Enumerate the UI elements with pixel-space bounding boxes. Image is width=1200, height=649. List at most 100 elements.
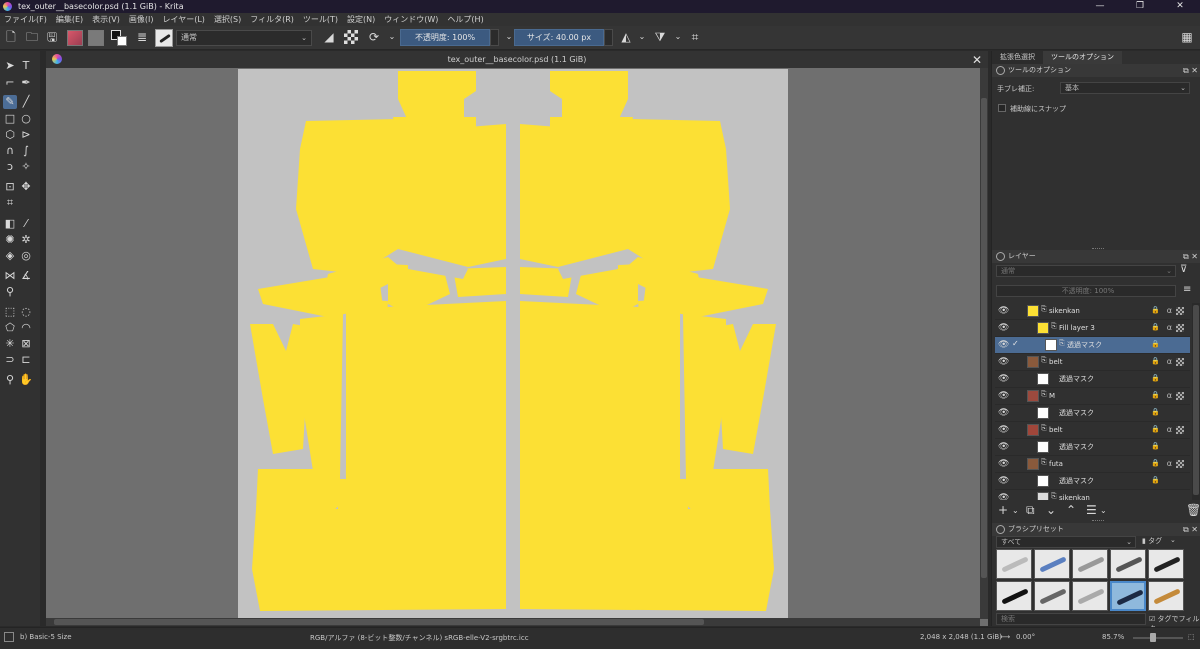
- visibility-eye-icon[interactable]: 👁: [998, 391, 1009, 401]
- alpha-lock-icon[interactable]: α: [1167, 459, 1172, 468]
- select-shapes-icon[interactable]: ➤: [3, 59, 17, 73]
- maximize-button[interactable]: ❐: [1120, 0, 1160, 13]
- inherit-alpha-icon[interactable]: [1176, 324, 1184, 332]
- open-folder-icon[interactable]: 🗀: [25, 30, 39, 44]
- menu-filter[interactable]: フィルタ(R): [250, 14, 294, 25]
- lock-icon[interactable]: 🔒: [1151, 340, 1160, 348]
- brush-preset-basic-5-size[interactable]: [1110, 581, 1146, 611]
- ellipse-tool-icon[interactable]: ○: [19, 112, 33, 126]
- layer-row[interactable]: 👁 透過マスク 🔒: [995, 405, 1190, 422]
- alpha-lock-icon[interactable]: α: [1167, 357, 1172, 366]
- inherit-alpha-icon[interactable]: [1176, 307, 1184, 315]
- fg-bg-color-icon[interactable]: [111, 30, 127, 46]
- scrollbar-thumb[interactable]: [54, 619, 704, 625]
- status-rotation[interactable]: 0.00°: [1016, 633, 1035, 641]
- layer-row[interactable]: 👁 ⎘ futa 🔒 α: [995, 456, 1190, 473]
- lock-icon[interactable]: 🔒: [1151, 425, 1160, 433]
- enclose-fill-icon[interactable]: ◎: [19, 249, 33, 263]
- brush-preset-ink[interactable]: [1148, 549, 1184, 579]
- chevron-down-icon[interactable]: ⌄: [1012, 506, 1019, 515]
- lock-icon[interactable]: 🔒: [1151, 323, 1160, 331]
- freehand-select-icon[interactable]: ◠: [19, 321, 33, 335]
- layer-row-selected[interactable]: 👁 ✓ ⎘ 透過マスク 🔒: [995, 337, 1190, 354]
- alpha-lock-icon[interactable]: α: [1167, 323, 1172, 332]
- float-close-icons[interactable]: ⧉ ✕: [1183, 250, 1198, 263]
- layer-row[interactable]: 👁 ⎘ belt 🔒 α: [995, 354, 1190, 371]
- close-window-button[interactable]: ✕: [1160, 0, 1200, 13]
- layer-row[interactable]: 👁 透過マスク 🔒: [995, 439, 1190, 456]
- wrap-around-icon[interactable]: ⌗: [688, 30, 702, 44]
- brush-search-input[interactable]: 検索: [996, 613, 1146, 625]
- menu-tools[interactable]: ツール(T): [303, 14, 338, 25]
- layer-row[interactable]: 👁 ⎘ belt 🔒 α: [995, 422, 1190, 439]
- visibility-eye-icon[interactable]: 👁: [998, 425, 1009, 435]
- chevron-down-icon[interactable]: ⌄: [1170, 536, 1176, 544]
- chevron-down-icon[interactable]: ⌄: [1100, 506, 1107, 515]
- smart-patch-icon[interactable]: ✲: [19, 233, 33, 247]
- close-document-button[interactable]: ✕: [972, 52, 982, 69]
- brush-preset-marker[interactable]: [996, 581, 1032, 611]
- brush-preset-eraser[interactable]: [996, 549, 1032, 579]
- chevron-down-icon[interactable]: ⌄: [635, 30, 649, 44]
- brush-preset-blender[interactable]: [1034, 549, 1070, 579]
- colorize-mask-icon[interactable]: ✺: [3, 233, 17, 247]
- duplicate-layer-icon[interactable]: ⧉: [1026, 503, 1035, 518]
- polygon-tool-icon[interactable]: ⬡: [3, 128, 17, 142]
- lock-icon[interactable]: 🔒: [1151, 357, 1160, 365]
- reload-preset-icon[interactable]: ⟳: [367, 30, 381, 44]
- brush-settings-icon[interactable]: ≣: [135, 30, 149, 44]
- scrollbar-thumb[interactable]: [1193, 305, 1199, 495]
- move-layer-up-icon[interactable]: ⌃: [1066, 503, 1076, 517]
- save-icon[interactable]: 🖫: [45, 30, 59, 44]
- menu-select[interactable]: 選択(S): [214, 14, 241, 25]
- canvas-vertical-scrollbar[interactable]: [980, 68, 988, 619]
- inherit-alpha-icon[interactable]: [1176, 358, 1184, 366]
- fullscreen-icon[interactable]: ⬚: [1188, 633, 1195, 641]
- menu-help[interactable]: ヘルプ(H): [447, 14, 483, 25]
- reference-tool-icon[interactable]: ⚲: [3, 285, 17, 299]
- contiguous-select-icon[interactable]: ✳: [3, 337, 17, 351]
- alpha-lock-icon[interactable]: α: [1167, 425, 1172, 434]
- panel-lock-icon[interactable]: [996, 525, 1005, 534]
- visibility-eye-icon[interactable]: 👁: [998, 323, 1009, 333]
- lock-icon[interactable]: 🔒: [1151, 476, 1160, 484]
- stabilizer-select[interactable]: 基本 ⌄: [1060, 82, 1190, 94]
- layer-opacity-slider[interactable]: 不透明度: 100%: [996, 285, 1176, 297]
- visibility-eye-icon[interactable]: 👁: [998, 476, 1009, 486]
- status-zoom[interactable]: 85.7%: [1102, 633, 1124, 641]
- gradient-swatch[interactable]: [67, 30, 83, 46]
- edit-shapes-icon[interactable]: ⌐: [3, 76, 17, 90]
- blend-mode-select[interactable]: 通常 ⌄: [176, 30, 312, 46]
- move-layer-down-icon[interactable]: ⌄: [1046, 503, 1056, 517]
- lock-icon[interactable]: 🔒: [1151, 408, 1160, 416]
- calligraphy-icon[interactable]: ✒: [19, 76, 33, 90]
- filter-icon[interactable]: ⊽: [1180, 264, 1187, 275]
- mirror-horizontal-icon[interactable]: ◭: [619, 30, 633, 44]
- freehand-path-icon[interactable]: ∫: [19, 144, 33, 158]
- tag-button[interactable]: ▮ タグ: [1142, 536, 1162, 546]
- zoom-tool-icon[interactable]: ⚲: [3, 373, 17, 387]
- visibility-eye-icon[interactable]: 👁: [998, 340, 1009, 350]
- layer-options-icon[interactable]: ≡: [1183, 284, 1191, 295]
- inherit-alpha-icon[interactable]: [1176, 426, 1184, 434]
- text-tool-icon[interactable]: T: [19, 59, 33, 73]
- visibility-eye-icon[interactable]: 👁: [998, 306, 1009, 316]
- magnetic-select-icon[interactable]: ⊏: [19, 353, 33, 367]
- polygon-select-icon[interactable]: ⬠: [3, 321, 17, 335]
- scrollbar-thumb[interactable]: [981, 98, 987, 578]
- opacity-stepper[interactable]: [490, 29, 499, 46]
- line-tool-icon[interactable]: ╱: [19, 95, 33, 109]
- zoom-slider[interactable]: [1133, 637, 1183, 639]
- brush-preset-icon[interactable]: [155, 29, 173, 47]
- lock-icon[interactable]: 🔒: [1151, 391, 1160, 399]
- layer-row[interactable]: 👁 ⎘ M 🔒 α: [995, 388, 1190, 405]
- menu-settings[interactable]: 設定(N): [347, 14, 375, 25]
- brush-preset-airbrush[interactable]: [1072, 549, 1108, 579]
- move-tool-icon[interactable]: ✥: [19, 180, 33, 194]
- assistant-tool-icon[interactable]: ⋈: [3, 269, 17, 283]
- brush-preset-fineliner[interactable]: [1034, 581, 1070, 611]
- layer-row[interactable]: 👁 ⎘ Fill layer 3 🔒 α: [995, 320, 1190, 337]
- opacity-slider[interactable]: 不透明度: 100%: [400, 29, 490, 46]
- polyline-tool-icon[interactable]: ⊳: [19, 128, 33, 142]
- lock-icon[interactable]: 🔒: [1151, 442, 1160, 450]
